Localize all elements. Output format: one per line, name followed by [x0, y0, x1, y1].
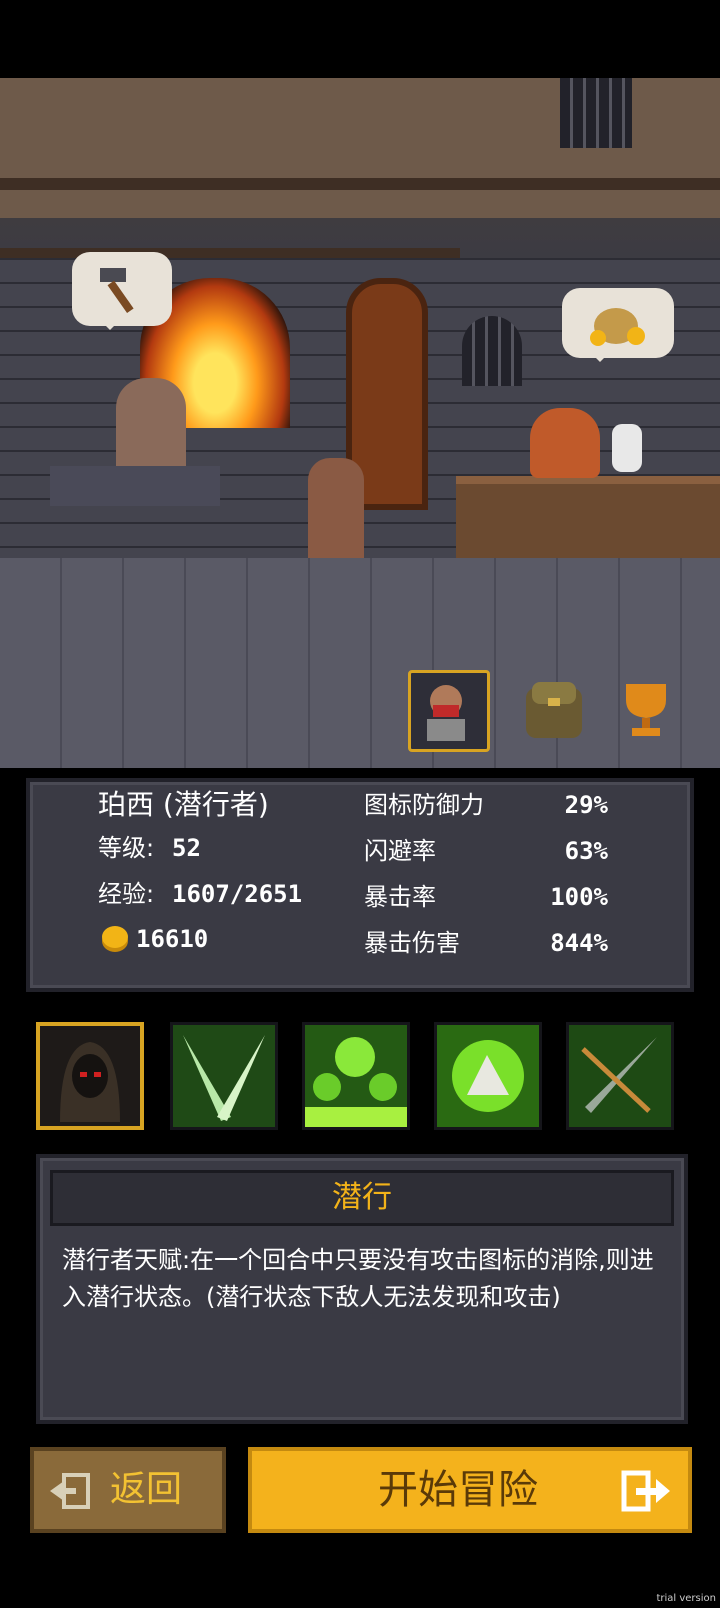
- hero-name: 珀西 (潜行者): [98, 788, 269, 821]
- stat-value-dodge: 63%: [564, 837, 608, 865]
- skill-title: 潜行: [332, 1180, 392, 1215]
- level-value: 52: [172, 834, 201, 862]
- backpack-icon: [526, 682, 582, 738]
- trophy-button[interactable]: [608, 670, 684, 746]
- stat-label-defense: 图标防御力: [364, 791, 484, 819]
- merchant[interactable]: [530, 408, 600, 478]
- skill-slot-sword-arrows[interactable]: [566, 1022, 674, 1130]
- level-label: 等级:: [98, 834, 155, 862]
- roof-beam-lower: [0, 248, 460, 258]
- hero-portrait-icon: [427, 685, 465, 741]
- skill-slot-blades[interactable]: [170, 1022, 278, 1130]
- shop-counter: [456, 476, 720, 564]
- stat-label-crit-rate: 暴击率: [364, 883, 436, 911]
- backpack-button[interactable]: [516, 670, 592, 746]
- skill-description: 潜行者天赋:在一个回合中只要没有攻击图标的消除,则进入潜行状态。(潜行状态下敌人…: [62, 1246, 654, 1311]
- hero-portrait-button[interactable]: [408, 670, 490, 752]
- skill-title-bar: 潜行: [50, 1170, 674, 1226]
- start-adventure-button[interactable]: 开始冒险: [248, 1447, 692, 1533]
- trial-version-watermark: trial version: [656, 1593, 716, 1604]
- arched-window: [462, 316, 522, 386]
- back-button[interactable]: 返回: [30, 1447, 226, 1533]
- back-arrow-icon: [50, 1473, 90, 1509]
- start-button-label: 开始冒险: [378, 1467, 538, 1513]
- skill-slot-poison[interactable]: [302, 1022, 410, 1130]
- skill-slot-stealth[interactable]: [36, 1022, 144, 1130]
- merchant-speech-bubble[interactable]: [562, 288, 674, 362]
- cat: [612, 424, 642, 472]
- stat-label-crit-damage: 暴击伤害: [364, 929, 460, 957]
- exp-value: 1607/2651: [172, 880, 303, 908]
- exit-arrow-icon: [621, 1470, 670, 1512]
- trophy-icon: [626, 684, 666, 736]
- upper-window: [560, 78, 632, 148]
- roof-beam: [0, 178, 720, 190]
- poison-trees-icon: [305, 1025, 407, 1127]
- stat-value-defense: 29%: [564, 791, 608, 819]
- gold-value: 16610: [136, 925, 209, 953]
- stat-label-dodge: 闪避率: [364, 837, 436, 865]
- skill-description-panel: 潜行 潜行者天赋:在一个回合中只要没有攻击图标的消除,则进入潜行状态。(潜行状态…: [36, 1154, 688, 1424]
- town-scene: [0, 78, 720, 768]
- hero-stats-panel: 珀西 (潜行者) 等级: 52 经验: 1607/2651 16610 图标防御…: [26, 778, 694, 992]
- exp-label: 经验:: [98, 880, 155, 908]
- glowing-rock-icon: [437, 1025, 539, 1127]
- hooded-rogue-icon: [40, 1026, 140, 1126]
- anvil: [50, 466, 220, 506]
- blacksmith-speech-bubble[interactable]: [72, 252, 172, 330]
- gold-coin-icon: [102, 926, 128, 948]
- sword-arrows-icon: [569, 1025, 671, 1127]
- money-bag-icon: [590, 308, 645, 346]
- stat-value-crit-rate: 100%: [550, 883, 608, 911]
- crossed-blades-icon: [173, 1025, 275, 1127]
- hammer-icon: [100, 268, 134, 314]
- stat-value-crit-damage: 844%: [550, 929, 608, 957]
- back-button-label: 返回: [110, 1469, 183, 1510]
- skill-slot-rock[interactable]: [434, 1022, 542, 1130]
